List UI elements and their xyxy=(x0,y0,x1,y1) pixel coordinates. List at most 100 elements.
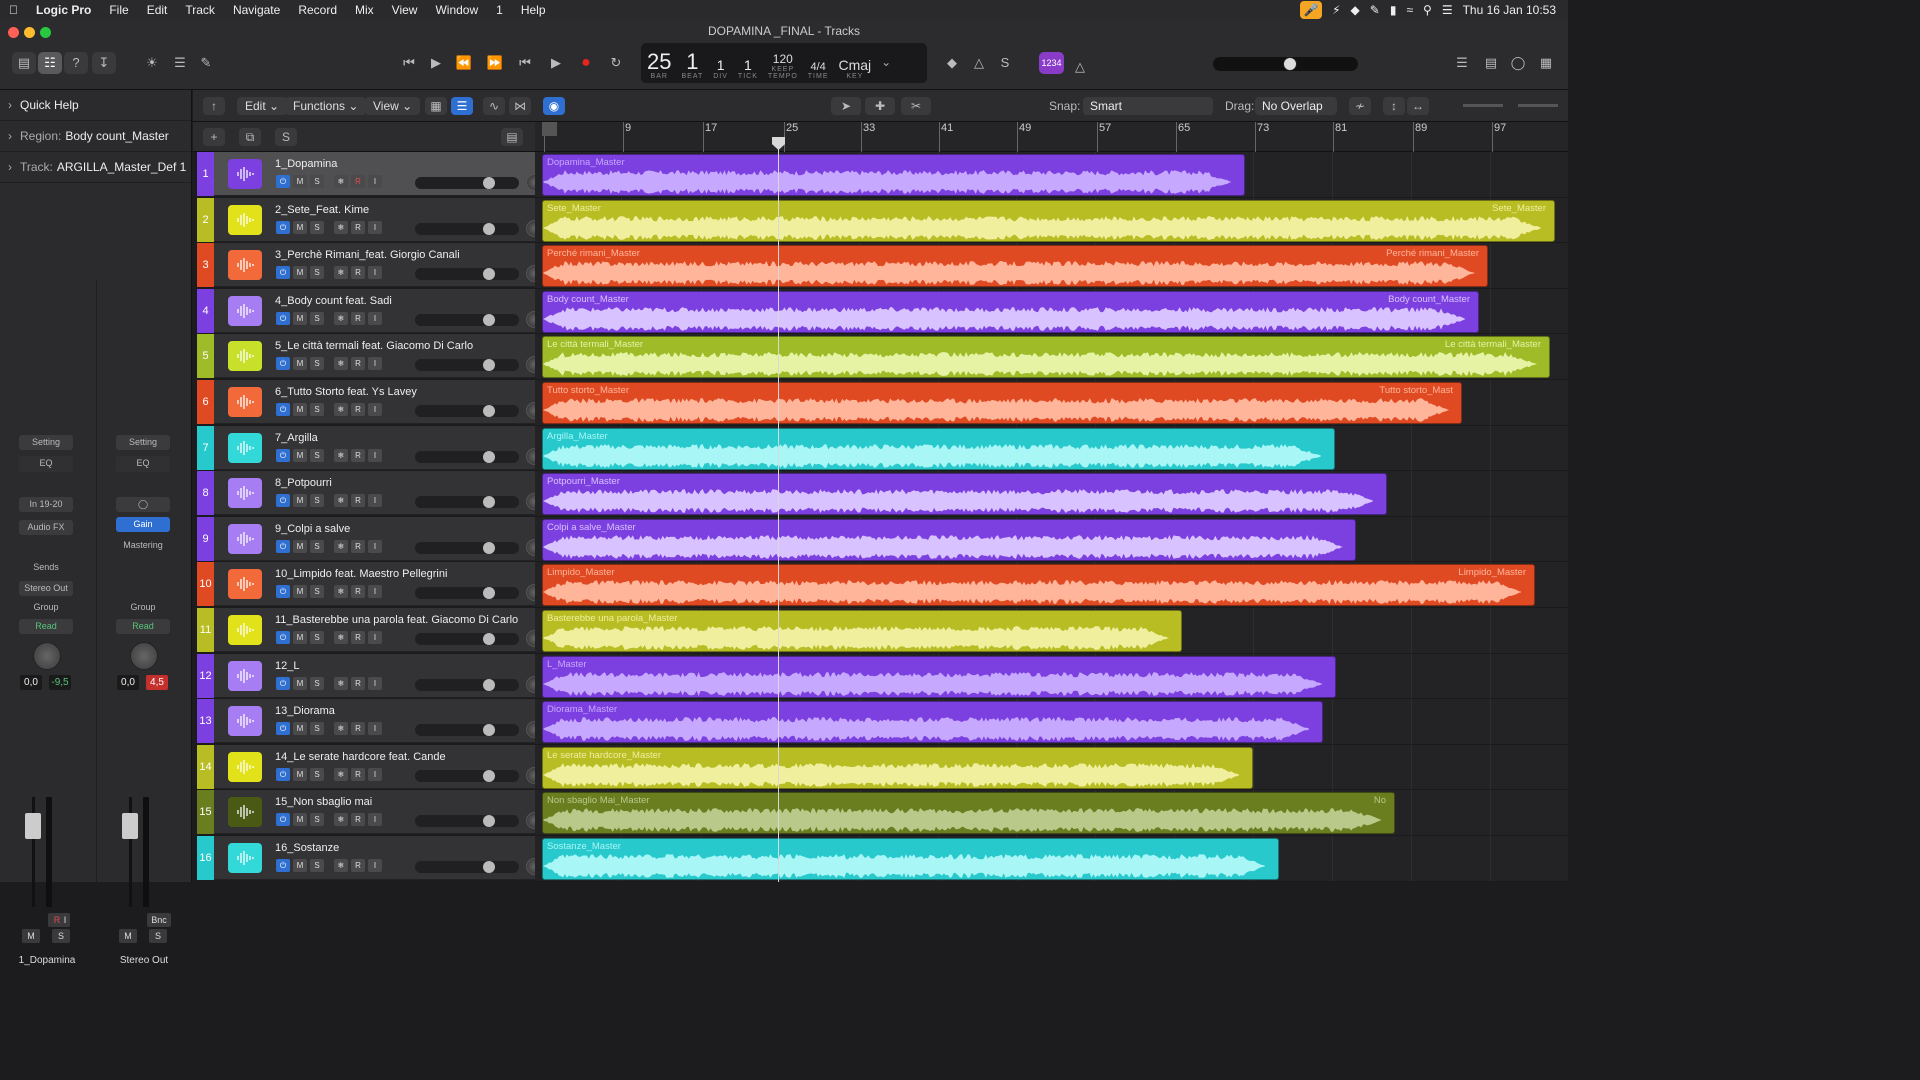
power-icon[interactable]: ⏻ xyxy=(276,175,290,188)
track-name[interactable]: 1_Dopamina xyxy=(275,158,337,170)
group-slot[interactable]: Group xyxy=(116,600,170,615)
horizontal-zoom-icon[interactable]: ↔ xyxy=(1407,97,1429,115)
track-row[interactable]: 16 16_Sostanze ⏻ M S ❄ R I Sostanze_Master xyxy=(193,836,1568,882)
input-monitor-button[interactable]: I xyxy=(368,767,382,781)
audio-region[interactable]: Argilla_Master xyxy=(542,427,1335,470)
audio-region[interactable]: Sete_Master Sete_Master xyxy=(542,199,1555,242)
quick-help-icon[interactable]: ? xyxy=(64,52,88,74)
editors-icon[interactable]: ✎ xyxy=(194,52,218,74)
mute-button[interactable]: M xyxy=(293,311,307,325)
record-enable-button[interactable]: R xyxy=(351,357,365,371)
output-slot[interactable]: Stereo Out xyxy=(19,581,73,596)
menu-window[interactable]: Window xyxy=(426,3,487,17)
audio-track-icon[interactable] xyxy=(228,660,262,691)
track-row[interactable]: 7 7_Argilla ⏻ M S ❄ R I Argilla_Master xyxy=(193,425,1568,472)
track-header[interactable]: 15_Non sbaglio mai ⏻ M S ❄ R I xyxy=(214,790,543,835)
search-icon[interactable]: ⚲ xyxy=(1423,3,1432,17)
record-enable-button[interactable]: R xyxy=(351,311,365,325)
close-window-button[interactable] xyxy=(8,27,19,38)
input-monitor-button[interactable]: I xyxy=(368,311,382,325)
audio-region[interactable]: Perché rimani_Master Perché rimani_Master xyxy=(542,245,1488,288)
mute-button[interactable]: M xyxy=(293,859,307,872)
notepad-icon[interactable]: ▤ xyxy=(1479,52,1503,74)
track-volume-slider[interactable] xyxy=(415,313,519,326)
input-monitor-button[interactable]: I xyxy=(368,494,382,508)
power-icon[interactable]: ⏻ xyxy=(276,266,290,280)
power-icon[interactable]: ⏻ xyxy=(276,539,290,553)
track-name[interactable]: 16_Sostanze xyxy=(275,842,339,854)
play-from-selection-icon[interactable]: ▶ xyxy=(424,52,448,74)
track-number[interactable]: 5 xyxy=(197,334,214,379)
menu-1[interactable]: 1 xyxy=(487,3,512,17)
pan-knob[interactable] xyxy=(33,642,61,670)
track-row[interactable]: 10 10_Limpido feat. Maestro Pellegrini ⏻ M S… xyxy=(193,562,1568,608)
audio-region[interactable]: Non sbaglio Mai_Master No xyxy=(542,792,1395,835)
freeze-icon[interactable]: ❄ xyxy=(334,448,348,462)
solo-button[interactable]: S xyxy=(310,539,324,553)
menu-clock[interactable]: Thu 16 Jan 10:53 xyxy=(1463,3,1556,17)
input-monitor-button[interactable]: I xyxy=(368,539,382,553)
rewind-icon[interactable]: ⏪ xyxy=(452,52,476,74)
zoom-window-button[interactable] xyxy=(40,27,51,38)
track-lane[interactable]: Potpourri_Master xyxy=(535,471,1568,517)
timeline-ruler[interactable]: 191725334149576573818997 xyxy=(535,122,1568,152)
track-volume-knob[interactable] xyxy=(483,815,495,828)
audio-track-icon[interactable] xyxy=(228,843,262,873)
audio-track-icon[interactable] xyxy=(228,569,262,600)
vertical-zoom-slider[interactable] xyxy=(1463,104,1503,107)
track-lane[interactable]: Argilla_Master xyxy=(535,425,1568,472)
view-menu[interactable]: View ⌄ xyxy=(365,97,421,115)
menu-track[interactable]: Track xyxy=(176,3,224,17)
audio-track-icon[interactable] xyxy=(228,387,262,417)
up-arrow-icon[interactable]: ↑ xyxy=(203,97,225,115)
track-lane[interactable]: L_Master xyxy=(535,653,1568,700)
master-volume-knob[interactable] xyxy=(1283,57,1297,71)
audio-region[interactable]: Potpourri_Master xyxy=(542,473,1387,516)
power-icon[interactable]: ⏻ xyxy=(276,813,290,827)
power-icon[interactable]: ⏻ xyxy=(276,357,290,371)
gain-plugin-slot[interactable]: Gain xyxy=(116,517,170,532)
power-icon[interactable]: ⏻ xyxy=(276,220,290,234)
track-row[interactable]: 4 4_Body count feat. Sadi ⏻ M S ❄ R I Body count… xyxy=(193,288,1568,335)
track-number[interactable]: 8 xyxy=(197,471,214,516)
audio-track-icon[interactable] xyxy=(228,432,262,463)
solo-button[interactable]: S xyxy=(310,813,324,827)
track-row[interactable]: 6 6_Tutto Storto feat. Ys Lavey ⏻ M S ❄ R I Tutt… xyxy=(193,380,1568,426)
freeze-icon[interactable]: ❄ xyxy=(334,311,348,325)
drag-dropdown[interactable]: No Overlap xyxy=(1255,97,1337,115)
track-row[interactable]: 8 8_Potpourri ⏻ M S ❄ R I Potpourri_Master xyxy=(193,471,1568,517)
solo-button[interactable]: S xyxy=(310,722,324,736)
scissors-tool-icon[interactable]: ✂ xyxy=(901,97,931,115)
track-volume-slider[interactable] xyxy=(415,541,519,554)
setting-button[interactable]: Setting xyxy=(19,435,73,450)
menu-navigate[interactable]: Navigate xyxy=(224,3,289,17)
power-icon[interactable]: ⏻ xyxy=(276,494,290,508)
freeze-icon[interactable]: ❄ xyxy=(334,585,348,599)
track-header[interactable]: 6_Tutto Storto feat. Ys Lavey ⏻ M S ❄ R I xyxy=(214,380,543,424)
track-lane[interactable]: Le città termali_Master Le città termali_… xyxy=(535,334,1568,380)
pen-tablet-icon[interactable]: ✎ xyxy=(1370,3,1380,17)
input-monitor-button[interactable]: I xyxy=(368,357,382,371)
solo-button[interactable]: S xyxy=(310,175,324,188)
track-number[interactable]: 11 xyxy=(197,608,214,652)
audio-track-icon[interactable] xyxy=(228,295,262,326)
track-name[interactable]: 6_Tutto Storto feat. Ys Lavey xyxy=(275,386,417,398)
track-name[interactable]: 2_Sete_Feat. Kime xyxy=(275,204,369,216)
track-volume-slider[interactable] xyxy=(415,861,519,873)
track-number[interactable]: 6 xyxy=(197,380,214,424)
track-lane[interactable]: Le serate hardcore_Master xyxy=(535,744,1568,791)
power-icon[interactable]: ⏻ xyxy=(276,676,290,690)
track-volume-knob[interactable] xyxy=(483,177,495,189)
vertical-zoom-icon[interactable]: ↕ xyxy=(1383,97,1405,115)
track-lane[interactable]: Diorama_Master xyxy=(535,699,1568,745)
eq-button[interactable]: EQ xyxy=(116,456,170,472)
volume-fader[interactable] xyxy=(119,797,155,907)
tuner-icon[interactable]: ◆ xyxy=(940,52,964,74)
mute-button[interactable]: M xyxy=(293,403,307,416)
audio-fx-slot[interactable]: Audio FX xyxy=(19,520,73,535)
audio-track-icon[interactable] xyxy=(228,797,262,828)
list-editors-icon[interactable]: ☰ xyxy=(1450,52,1474,74)
track-header[interactable]: 8_Potpourri ⏻ M S ❄ R I xyxy=(214,471,543,516)
track-volume-knob[interactable] xyxy=(483,541,495,554)
smart-controls-icon[interactable]: ☀ xyxy=(140,52,164,74)
